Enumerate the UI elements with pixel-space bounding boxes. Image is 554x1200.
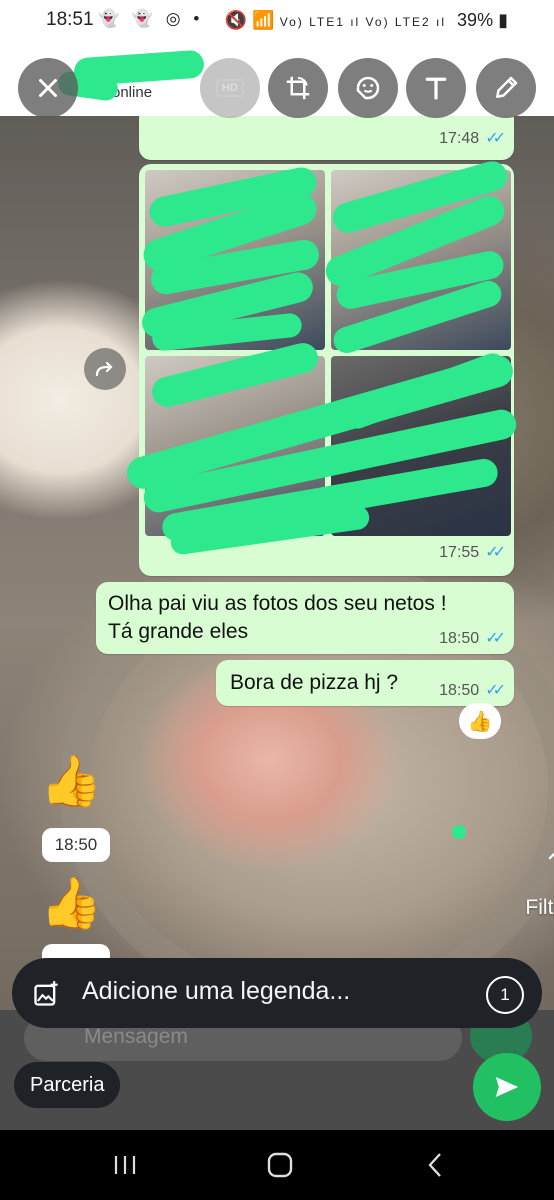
notification-icons: 👻 👻 ◎ • xyxy=(98,9,204,28)
close-button[interactable] xyxy=(18,58,78,118)
recipient-chip[interactable]: Parceria xyxy=(14,1062,121,1108)
message-meta: 17:48 ✓✓ xyxy=(439,128,506,148)
status-bar: 18:51 👻 👻 ◎ • 🔇 📶 Vo) LTE1 ıl Vo) LTE2 ı… xyxy=(0,0,554,42)
hd-icon: HD xyxy=(216,79,244,97)
battery-icon: ▮ xyxy=(498,10,508,30)
text-button[interactable] xyxy=(406,58,466,118)
message-text-line: Tá grande eles xyxy=(108,620,249,643)
editor-toolbar: HD xyxy=(0,58,554,118)
crop-rotate-icon xyxy=(286,76,310,100)
view-once-icon[interactable]: 1 xyxy=(486,976,524,1014)
message-placeholder: Mensagem xyxy=(84,1025,188,1048)
thumbs-up-icon: 👍 xyxy=(40,875,103,931)
message-time: 17:48 xyxy=(439,130,480,147)
status-right: 🔇 📶 Vo) LTE1 ıl Vo) LTE2 ıl 39% ▮ xyxy=(225,10,508,31)
battery-level: 39% xyxy=(457,10,494,30)
chevron-up-icon: ⌃ xyxy=(543,848,554,878)
hd-button[interactable]: HD xyxy=(200,58,260,118)
recent-apps-icon[interactable] xyxy=(112,1150,138,1180)
wifi-icon: 📶 xyxy=(252,10,275,30)
message-meta: 18:50 ✓✓ xyxy=(439,680,506,700)
forward-button[interactable] xyxy=(84,348,126,390)
thumbs-up-icon: 👍 xyxy=(467,710,493,733)
add-image-icon[interactable] xyxy=(32,980,60,1008)
message-time: 17:55 xyxy=(439,544,480,561)
forward-icon xyxy=(95,361,113,377)
filters-label: Filtros xyxy=(525,896,554,919)
thumbs-up-icon: 👍 xyxy=(40,753,103,809)
caption-input[interactable]: Adicione uma legenda... xyxy=(82,977,350,1006)
send-icon xyxy=(495,1077,519,1097)
sticker-button[interactable] xyxy=(338,58,398,118)
message-time: 18:50 xyxy=(439,630,480,647)
message-time: 18:50 xyxy=(54,835,98,854)
message-reaction[interactable]: 👍 xyxy=(459,703,501,739)
system-nav-bar xyxy=(0,1130,554,1200)
message-text: Bora de pizza hj ? xyxy=(230,671,399,694)
read-ticks-icon: ✓✓ xyxy=(485,544,506,561)
message-bubble: Olha pai viu as fotos dos seu netos ! Tá… xyxy=(96,582,514,654)
text-icon xyxy=(425,77,447,100)
back-icon[interactable] xyxy=(424,1150,448,1180)
read-ticks-icon: ✓✓ xyxy=(485,682,506,699)
message-meta: 18:50 ✓✓ xyxy=(439,628,506,648)
mute-icon: 🔇 xyxy=(224,10,248,30)
screen: 18:51 👻 👻 ◎ • 🔇 📶 Vo) LTE1 ıl Vo) LTE2 ı… xyxy=(0,0,554,1200)
caption-bar[interactable]: Adicione uma legenda... 1 xyxy=(12,958,542,1028)
status-time: 18:51 xyxy=(46,9,94,30)
recipient-name: Parceria xyxy=(30,1073,105,1096)
message-meta: 17:55 ✓✓ xyxy=(439,542,506,562)
close-icon xyxy=(39,79,57,97)
message-time: 18:50 xyxy=(439,682,480,699)
message-text-line: Olha pai viu as fotos dos seu netos ! xyxy=(108,592,447,615)
message-bubble: Bora de pizza hj ? 18:50 ✓✓ xyxy=(216,660,514,706)
incoming-time: 18:50 xyxy=(42,828,110,862)
home-icon[interactable] xyxy=(266,1150,294,1180)
crop-rotate-button[interactable] xyxy=(268,58,328,118)
draw-button[interactable] xyxy=(476,58,536,118)
sticker-icon xyxy=(356,76,380,100)
redaction-dot xyxy=(452,825,466,839)
read-ticks-icon: ✓✓ xyxy=(485,130,506,147)
read-ticks-icon: ✓✓ xyxy=(485,630,506,647)
pencil-icon xyxy=(496,76,518,98)
send-button[interactable] xyxy=(473,1053,541,1121)
signal-icons: Vo) LTE1 ıl Vo) LTE2 ıl xyxy=(279,15,447,29)
